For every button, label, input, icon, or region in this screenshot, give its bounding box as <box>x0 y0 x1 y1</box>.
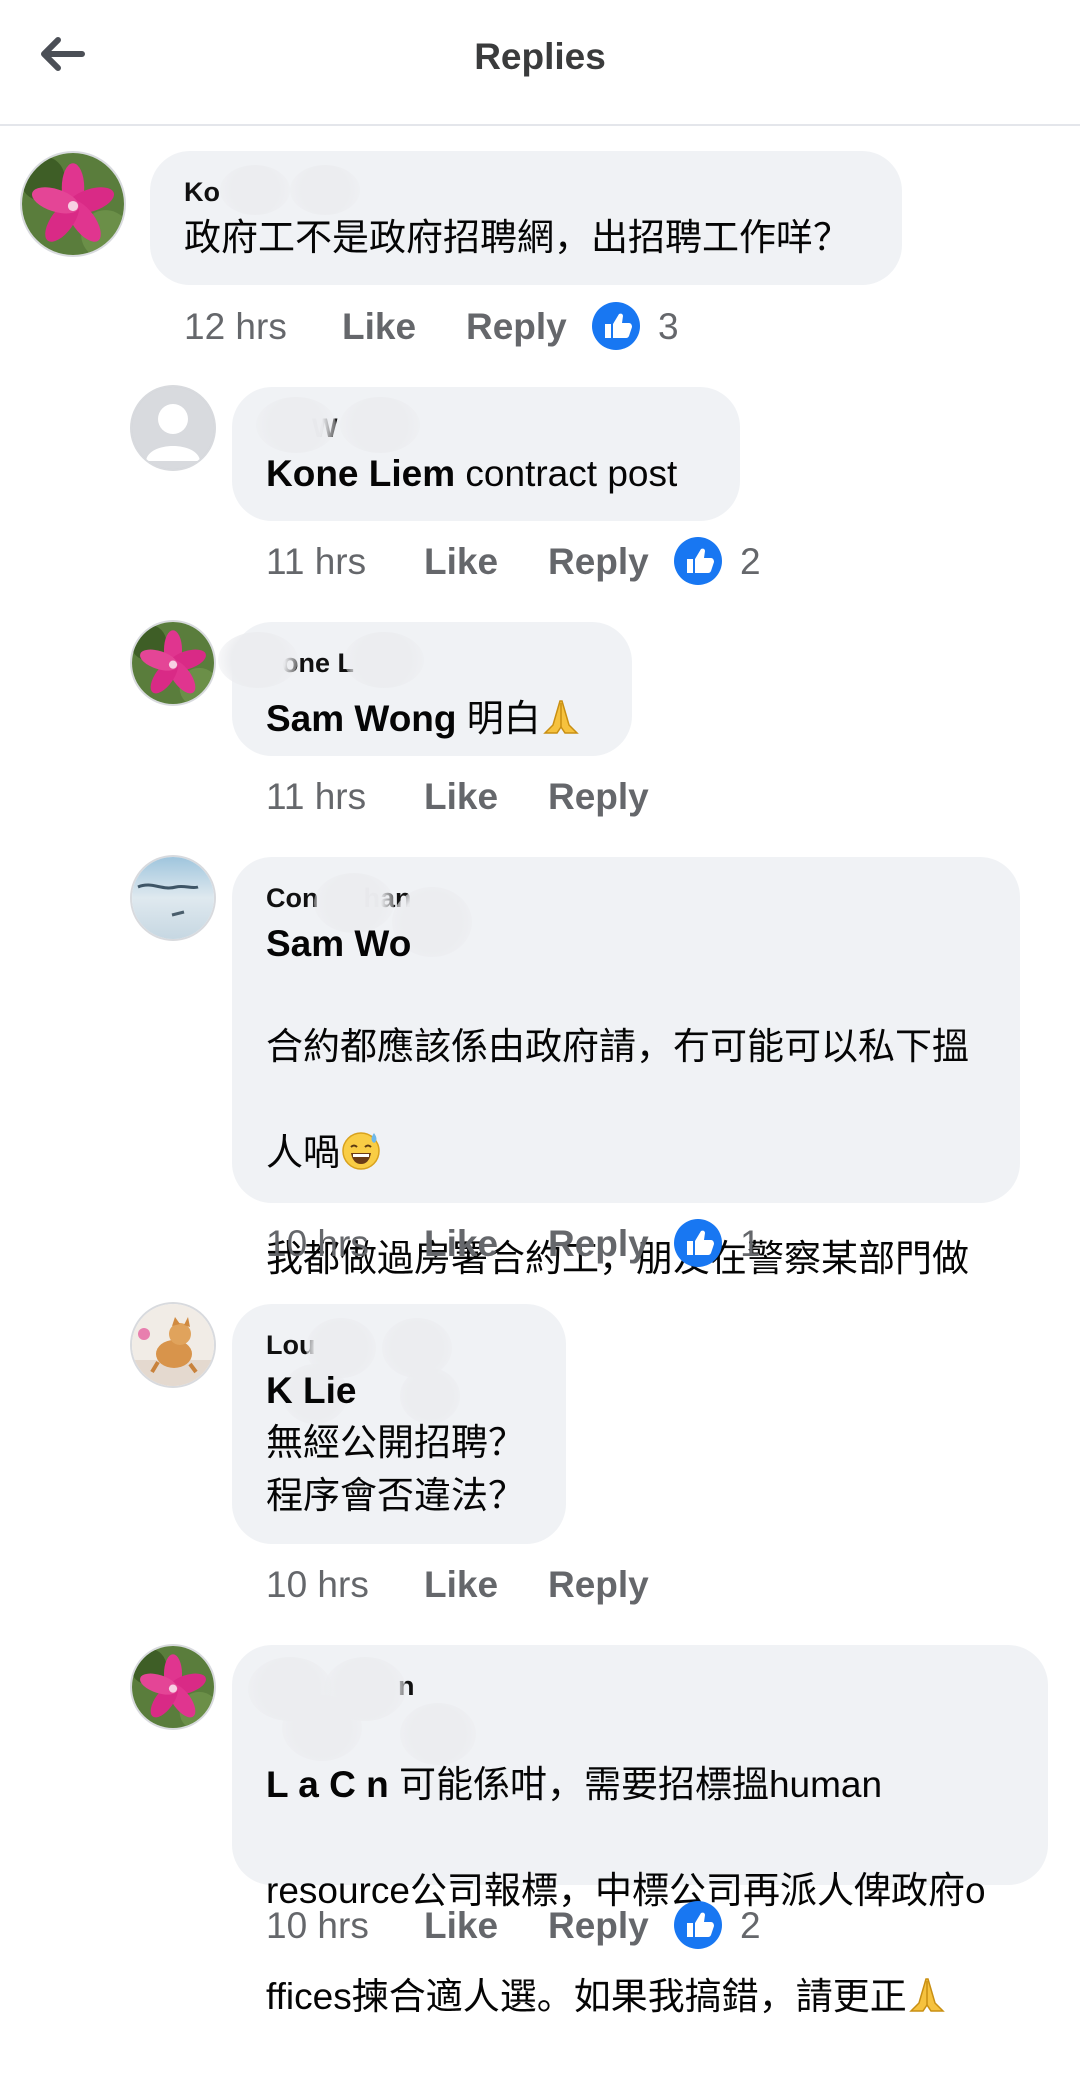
reply-button[interactable]: Reply <box>466 306 567 348</box>
flower-avatar-icon <box>132 622 214 704</box>
header-bar: Replies <box>0 0 1080 126</box>
page-title: Replies <box>474 36 606 77</box>
reaction-count: 2 <box>740 541 761 582</box>
comment-text-line: L a C n 可能係咁，需要招標搵human <box>266 1758 986 1811</box>
sweat-smile-emoji <box>342 1132 380 1170</box>
reply-text: Sam Wong 明白 <box>266 688 581 742</box>
folded-hands-emoji <box>908 1978 945 2012</box>
blur-mask <box>382 1318 452 1378</box>
comment-text: contract post <box>465 453 678 494</box>
commenter-avatar[interactable] <box>132 387 214 469</box>
blur-mask <box>220 165 290 215</box>
comment-bubble: W Kone Liem contract post <box>232 387 740 521</box>
author-name[interactable]: Ko <box>184 177 220 208</box>
commenter-avatar[interactable] <box>132 857 214 939</box>
comment-text: 無經公開招聘？ 程序會否違法？ <box>266 1422 525 1516</box>
comment-meta: 12 hrs Like Reply 3 <box>184 302 744 352</box>
timestamp: 11 hrs <box>266 776 367 817</box>
comment-text: 明白 <box>466 698 541 739</box>
mentioned-user[interactable]: K Lie <box>266 1370 356 1411</box>
like-button[interactable]: Like <box>342 306 416 348</box>
mentioned-user[interactable]: Sam Wo <box>266 923 411 964</box>
comment-text: L a C n 可能係咁，需要招標搵human resource公司報標，中標公… <box>266 1705 986 2076</box>
comment-text-segment: 人喎 <box>266 1132 340 1173</box>
thumbs-up-icon <box>674 1901 722 1949</box>
comment-text-segment: 可能係咁，需要招標搵human <box>398 1764 883 1805</box>
mentioned-user-line: Sam Wo <box>266 923 411 965</box>
thumbs-up-icon <box>592 302 640 350</box>
comment-bubble: Lou K Lie 無經公開招聘？ 程序會否違法？ <box>232 1304 566 1544</box>
comment-text-line: 合約都應該係由政府請，冇可能可以私下搵 <box>266 1026 969 1067</box>
comment-text-line: ffices揀合適人選。如果我搞錯，請更正 <box>266 1970 986 2023</box>
comment-meta: 10 hrs Like Reply 1 <box>266 1219 786 1269</box>
commenter-avatar[interactable] <box>22 153 124 255</box>
flower-avatar-icon <box>132 1646 214 1728</box>
like-button[interactable]: Like <box>424 1223 498 1265</box>
timestamp: 12 hrs <box>184 306 287 347</box>
reply-button[interactable]: Reply <box>548 1223 649 1265</box>
reply-button[interactable]: Reply <box>548 541 649 583</box>
reply-button[interactable]: Reply <box>548 776 649 818</box>
comment-meta: 10 hrs Like Reply <box>266 1564 686 1610</box>
commenter-avatar[interactable] <box>132 622 214 704</box>
timestamp: 10 hrs <box>266 1905 369 1946</box>
comment-bubble: Ko 政府工不是政府招聘網，出招聘工作咩？ <box>150 151 902 285</box>
comment-meta: 11 hrs Like Reply <box>266 776 686 822</box>
commenter-avatar[interactable] <box>132 1304 214 1386</box>
like-button[interactable]: Like <box>424 1564 498 1606</box>
reaction-count: 1 <box>740 1223 761 1264</box>
blur-mask <box>218 632 298 688</box>
reply-text: Kone Liem contract post <box>266 453 677 495</box>
timestamp: 10 hrs <box>266 1564 369 1605</box>
timestamp: 10 hrs <box>266 1223 369 1264</box>
reply-button[interactable]: Reply <box>548 1905 649 1947</box>
blur-mask <box>340 397 420 453</box>
like-button[interactable]: Like <box>424 1905 498 1947</box>
mentioned-user[interactable]: Kone Liem <box>266 453 455 494</box>
like-button[interactable]: Like <box>424 541 498 583</box>
mentioned-user-line: K Lie <box>266 1370 356 1412</box>
sky-avatar-icon <box>132 857 214 939</box>
timestamp: 11 hrs <box>266 541 367 582</box>
blur-mask <box>256 397 336 453</box>
reply-button[interactable]: Reply <box>548 1564 649 1606</box>
thumbs-up-icon <box>674 1219 722 1267</box>
flower-avatar-icon <box>22 153 124 255</box>
mentioned-user[interactable]: L a C n <box>266 1764 389 1805</box>
cat-avatar-icon <box>132 1304 214 1386</box>
blur-mask <box>290 165 360 215</box>
comment-text: 政府工不是政府招聘網，出招聘工作咩？ <box>184 217 850 258</box>
commenter-avatar[interactable] <box>132 1646 214 1728</box>
default-avatar-icon <box>132 387 214 469</box>
comment-text-segment: ffices揀合適人選。如果我搞錯，請更正 <box>266 1976 907 2017</box>
like-button[interactable]: Like <box>424 776 498 818</box>
comment-text-line: 人喎 <box>266 1126 969 1179</box>
comment-bubble: Con han Sam Wo 合約都應該係由政府請，冇可能可以私下搵 人喎 我都… <box>232 857 1020 1385</box>
comment-bubble: n L a C n 可能係咁，需要招標搵human resource公司報標，中… <box>232 1645 1048 2017</box>
blur-mask <box>344 632 424 688</box>
thumbs-up-icon <box>674 537 722 585</box>
comment-bubble: one L Sam Wong 明白 <box>218 622 632 756</box>
mentioned-user[interactable]: Sam Wong <box>266 698 457 739</box>
comment-meta: 11 hrs Like Reply 2 <box>266 537 786 587</box>
reaction-count: 2 <box>740 1905 761 1946</box>
reaction-count: 3 <box>658 306 679 347</box>
comment-meta: 10 hrs Like Reply 2 <box>266 1901 786 1951</box>
folded-hands-emoji <box>542 700 579 734</box>
